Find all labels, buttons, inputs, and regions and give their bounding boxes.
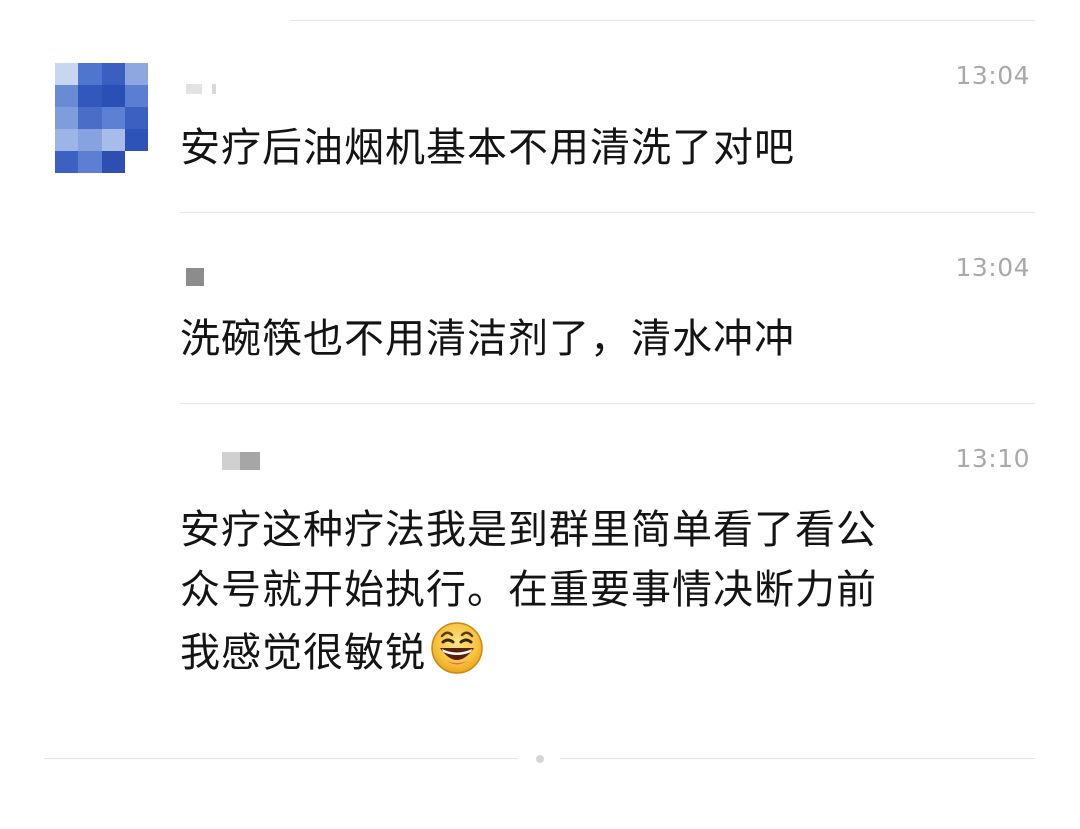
- message-divider: [180, 212, 1035, 213]
- sender-name-blurred: [186, 268, 204, 286]
- message-text: 安疗后油烟机基本不用清洗了对吧: [180, 125, 795, 171]
- message-time: 13:04: [955, 253, 1030, 282]
- message-time: 13:04: [955, 61, 1030, 90]
- date-separator-dot: [536, 755, 544, 763]
- message-text: 洗碗筷也不用清洁剂了，清水冲冲: [180, 316, 795, 362]
- message-divider: [180, 403, 1035, 404]
- sender-name-blurred: [222, 452, 260, 470]
- bottom-divider-right: [560, 758, 1035, 759]
- avatar[interactable]: [55, 63, 148, 173]
- grinning-face-icon: [430, 620, 484, 691]
- message-time: 13:10: [955, 444, 1030, 473]
- bottom-divider-left: [44, 758, 518, 759]
- sender-name-blurred: [186, 84, 228, 94]
- message-text: 安疗这种疗法我是到群里简单看了看公 众号就开始执行。在重要事情决断力前 我感觉很…: [180, 500, 1030, 691]
- top-divider: [290, 20, 1035, 21]
- message-text-content: 安疗这种疗法我是到群里简单看了看公 众号就开始执行。在重要事情决断力前 我感觉很…: [180, 507, 877, 676]
